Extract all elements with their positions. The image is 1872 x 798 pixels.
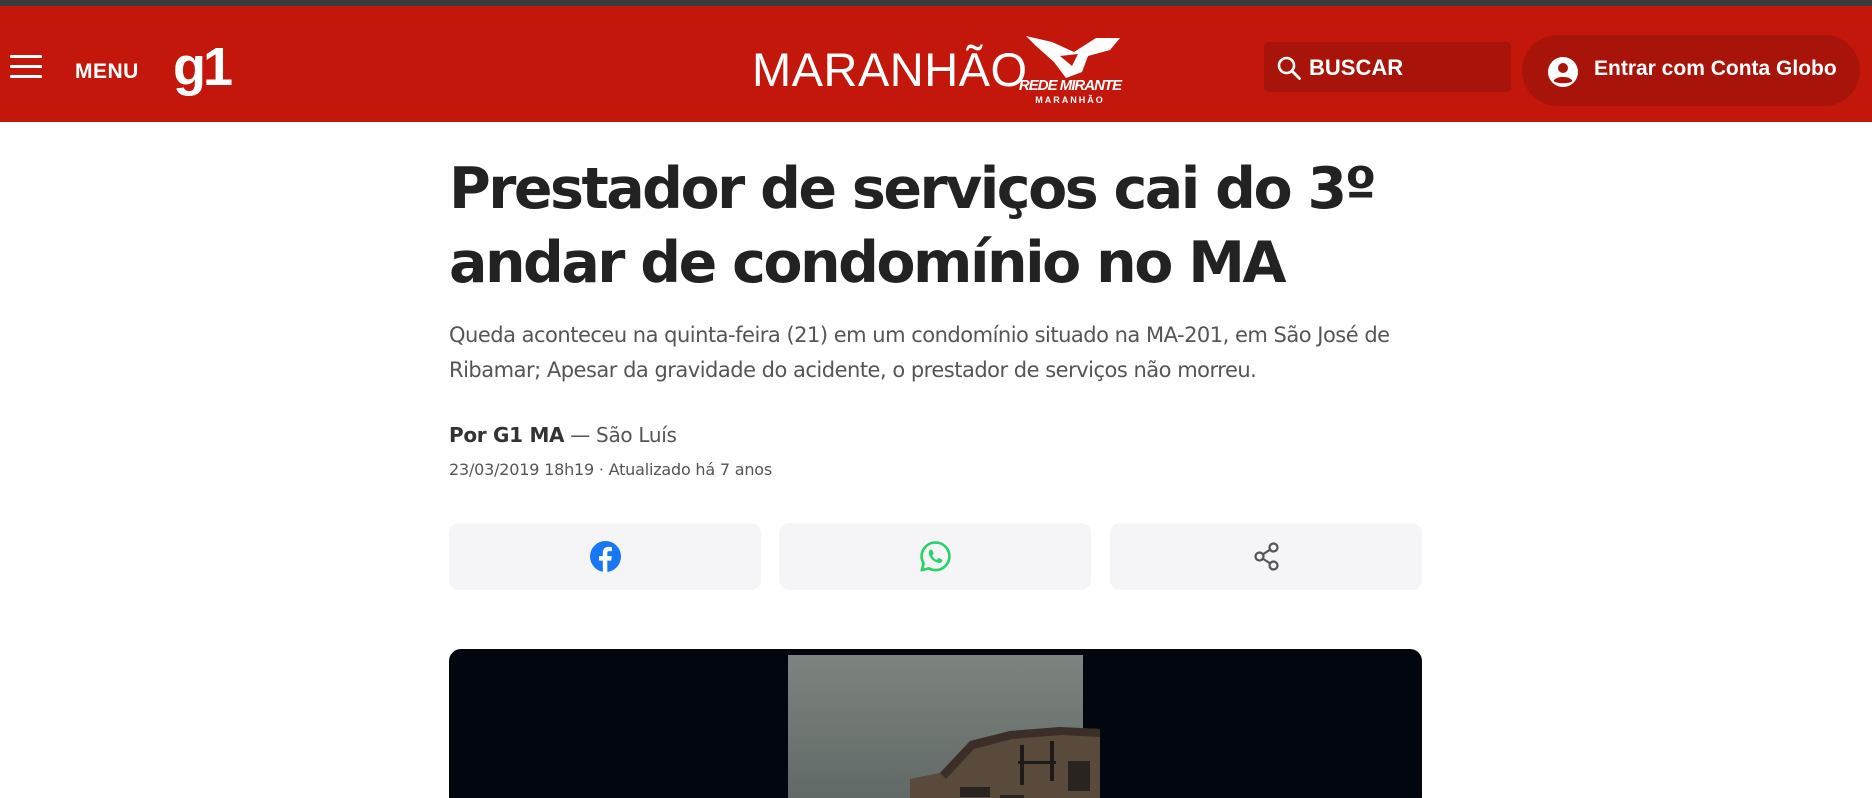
byline: Por G1 MA — São Luís xyxy=(449,423,677,447)
byline-prefix: Por xyxy=(449,423,487,447)
search-button[interactable]: BUSCAR xyxy=(1264,42,1511,92)
share-facebook-button[interactable] xyxy=(449,523,761,590)
article-photo xyxy=(788,655,1100,798)
user-icon xyxy=(1548,57,1578,87)
article-subtitle: Queda aconteceu na quinta-feira (21) em … xyxy=(449,323,1390,382)
rede-mirante-logo[interactable]: REDE MIRANTE MARANHÃO xyxy=(1012,32,1128,106)
rede-mirante-text: REDE MIRANTE xyxy=(1019,77,1123,94)
building-image xyxy=(910,727,1100,798)
article-title: Prestador de serviços cai do 3º andar de… xyxy=(449,156,1377,296)
site-header: MENU g1 MARANHÃO REDE MIRANTE MARANHÃO B… xyxy=(0,6,1872,122)
byline-author: Por G1 MA xyxy=(449,423,565,447)
menu-button[interactable]: MENU xyxy=(75,60,139,84)
share-icon xyxy=(1254,542,1279,571)
g1-logo[interactable]: g1 xyxy=(173,40,233,94)
login-button[interactable]: Entrar com Conta Globo xyxy=(1522,35,1860,106)
login-label: Entrar com Conta Globo xyxy=(1594,57,1837,80)
rede-mirante-subtext: MARANHÃO xyxy=(1035,95,1105,105)
author-name: G1 MA xyxy=(493,423,565,447)
share-whatsapp-button[interactable] xyxy=(779,523,1091,590)
search-label: BUSCAR xyxy=(1309,55,1404,80)
whatsapp-icon xyxy=(920,541,951,572)
article-video-player[interactable] xyxy=(449,649,1422,798)
region-title[interactable]: MARANHÃO xyxy=(752,46,1028,93)
hamburger-icon[interactable] xyxy=(10,55,42,79)
share-generic-button[interactable] xyxy=(1110,523,1422,590)
facebook-icon xyxy=(590,541,621,573)
byline-location: — São Luís xyxy=(570,423,677,447)
publish-date: 23/03/2019 18h19 · Atualizado há 7 anos xyxy=(449,460,772,479)
search-icon xyxy=(1277,56,1301,80)
